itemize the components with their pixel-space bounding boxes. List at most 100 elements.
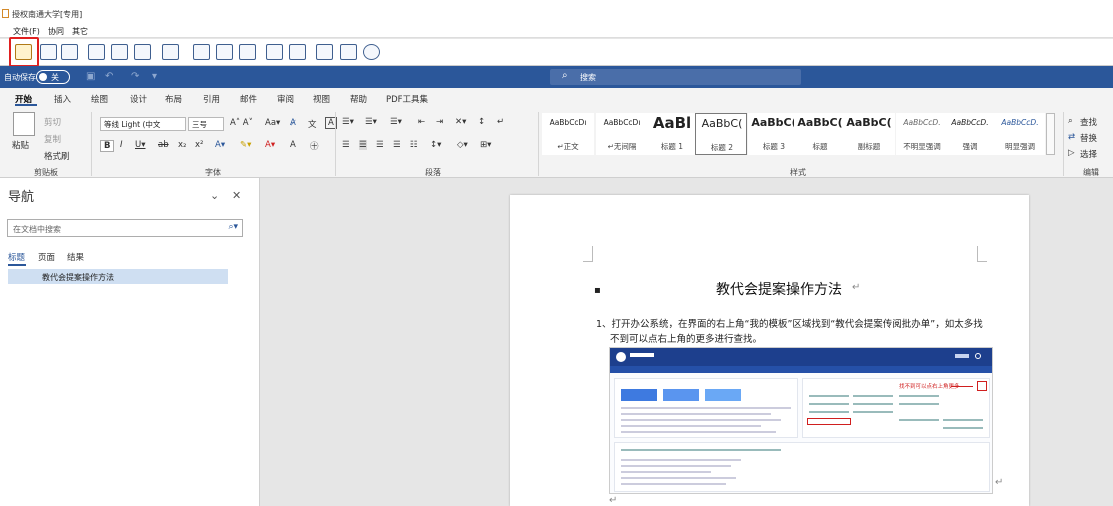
superscript-button[interactable]: x²: [195, 140, 203, 150]
clear-format-icon[interactable]: A̷: [290, 118, 296, 128]
save-disk-icon[interactable]: ▣: [86, 71, 95, 82]
settings-icon[interactable]: [61, 44, 78, 60]
font-name-dropdown[interactable]: 等线 Light (中文: [100, 117, 186, 131]
align-right-icon[interactable]: ☰: [376, 140, 384, 150]
line-spacing-icon[interactable]: ↕▾: [430, 140, 441, 150]
search-box[interactable]: ⌕ 搜索: [550, 69, 801, 85]
subscript-button[interactable]: x₂: [178, 140, 186, 150]
select-icon[interactable]: ▷: [1068, 148, 1075, 158]
format-painter-button[interactable]: 格式刷: [44, 150, 70, 162]
copy-button[interactable]: 复制: [44, 133, 61, 145]
close-icon[interactable]: ✕: [232, 189, 241, 202]
autosave-toggle[interactable]: 关: [36, 70, 70, 84]
borders-icon[interactable]: ⊞▾: [480, 140, 491, 150]
document-page[interactable]: ▪ 教代会提案操作方法 ↵ 1、打开办公系统，在界面的右上角“我的模板”区域找到…: [510, 195, 1029, 506]
pen-icon[interactable]: [340, 44, 357, 60]
print-icon[interactable]: [88, 44, 105, 60]
style-subtle-emphasis[interactable]: AaBbCcD. 不明显强调: [896, 113, 948, 155]
text-effects-icon[interactable]: A▾: [215, 140, 225, 150]
font-size-dropdown[interactable]: 三号: [188, 117, 224, 131]
inner-title: [630, 353, 654, 357]
tab-references[interactable]: 引用: [203, 93, 220, 105]
chevron-down-icon[interactable]: ⌄: [210, 189, 219, 202]
nav-tab-pages[interactable]: 页面: [38, 251, 55, 263]
nav-tab-headings[interactable]: 标题: [8, 251, 25, 263]
char-shading-icon[interactable]: A: [290, 140, 296, 150]
multilevel-icon[interactable]: ☰▾: [390, 117, 402, 127]
style-heading-1[interactable]: AaBl 标题 1: [646, 113, 698, 155]
grow-font-icon[interactable]: A˄ A˅: [230, 118, 253, 128]
font-color-icon[interactable]: A▾: [265, 140, 275, 150]
decrease-indent-icon[interactable]: ⇤: [418, 117, 425, 127]
sort-icon[interactable]: ↕: [478, 117, 485, 127]
highlight-color-icon[interactable]: ✎▾: [240, 140, 251, 150]
search-icon[interactable]: ⌕▾: [228, 222, 238, 232]
nav-search-input[interactable]: 在文档中搜索 ⌕▾: [7, 219, 243, 237]
replace-button[interactable]: 替换: [1080, 132, 1097, 144]
tab-view[interactable]: 视图: [313, 93, 330, 105]
customize-icon[interactable]: ▾: [152, 71, 157, 82]
distributed-icon[interactable]: ☷: [410, 140, 418, 150]
chinese-layout-icon[interactable]: ✕▾: [455, 117, 466, 127]
shading-icon[interactable]: ◇▾: [457, 140, 468, 150]
highlight-box: [9, 37, 39, 67]
style-no-spacing[interactable]: AaBbCcDı ↵无间隔: [596, 113, 648, 155]
style-emphasis[interactable]: AaBbCcD. 强调: [944, 113, 996, 155]
style-intense-emphasis[interactable]: AaBbCcD. 明显强调: [995, 113, 1045, 155]
bold-button[interactable]: B: [100, 140, 115, 152]
tab-pdf-tools[interactable]: PDF工具集: [386, 93, 428, 105]
show-marks-icon[interactable]: ↵: [497, 117, 504, 127]
bullets-icon[interactable]: ☰▾: [342, 117, 354, 127]
cut-button[interactable]: 剪切: [44, 116, 61, 128]
stamp-icon[interactable]: [266, 44, 283, 60]
style-heading-2[interactable]: AaBbC( 标题 2: [695, 113, 747, 155]
phonetic-icon[interactable]: 文: [308, 118, 317, 130]
nav-heading-item[interactable]: 教代会提案操作方法: [8, 269, 228, 284]
save-icon[interactable]: [40, 44, 57, 60]
tab-review[interactable]: 审阅: [277, 93, 294, 105]
back-icon[interactable]: [162, 44, 179, 60]
preview-icon[interactable]: [111, 44, 128, 60]
style-normal[interactable]: AaBbCcDı ↵正文: [542, 113, 594, 155]
find-icon[interactable]: ⌕: [1068, 116, 1073, 126]
style-heading-3[interactable]: AaBbC( 标题 3: [748, 113, 800, 155]
tab-draw[interactable]: 绘图: [91, 93, 108, 105]
tab-layout[interactable]: 布局: [165, 93, 182, 105]
receive-icon[interactable]: [239, 44, 256, 60]
align-center-icon[interactable]: ☰: [359, 140, 367, 150]
enclose-char-icon[interactable]: ㊉: [310, 140, 319, 152]
tab-help[interactable]: 帮助: [350, 93, 367, 105]
menu-file[interactable]: 文件(F): [13, 26, 40, 37]
strikethrough-button[interactable]: ab: [158, 140, 169, 150]
style-title[interactable]: AaBbC( 标题: [794, 113, 846, 155]
undo-icon[interactable]: ↶: [105, 71, 113, 82]
sign-icon[interactable]: [289, 44, 306, 60]
menu-other[interactable]: 其它: [72, 26, 88, 37]
info-icon[interactable]: [363, 44, 380, 60]
change-case-icon[interactable]: Aa▾: [265, 118, 280, 128]
tab-insert[interactable]: 插入: [54, 93, 71, 105]
increase-indent-icon[interactable]: ⇥: [436, 117, 443, 127]
edit-icon[interactable]: [134, 44, 151, 60]
paste-button[interactable]: 粘贴: [12, 139, 29, 151]
tab-mailings[interactable]: 邮件: [240, 93, 257, 105]
align-left-icon[interactable]: ☰: [342, 140, 350, 150]
move-icon[interactable]: [316, 44, 333, 60]
styles-scrollbar[interactable]: [1046, 113, 1055, 155]
menu-collab[interactable]: 协同: [48, 26, 64, 37]
justify-icon[interactable]: ☰: [393, 140, 401, 150]
replace-icon[interactable]: ⇄: [1068, 132, 1075, 142]
paste-icon[interactable]: [13, 112, 35, 136]
toggle-knob: [39, 73, 47, 81]
underline-button[interactable]: U▾: [135, 140, 146, 150]
numbering-icon[interactable]: ☰▾: [365, 117, 377, 127]
style-subtitle[interactable]: AaBbC( 副标题: [843, 113, 895, 155]
check-icon[interactable]: [193, 44, 210, 60]
italic-button[interactable]: I: [120, 140, 123, 150]
select-button[interactable]: 选择: [1080, 148, 1097, 160]
tab-design[interactable]: 设计: [130, 93, 147, 105]
redo-icon[interactable]: ↷: [131, 71, 139, 82]
send-icon[interactable]: [216, 44, 233, 60]
nav-tab-results[interactable]: 结果: [67, 251, 84, 263]
find-button[interactable]: 查找: [1080, 116, 1097, 128]
